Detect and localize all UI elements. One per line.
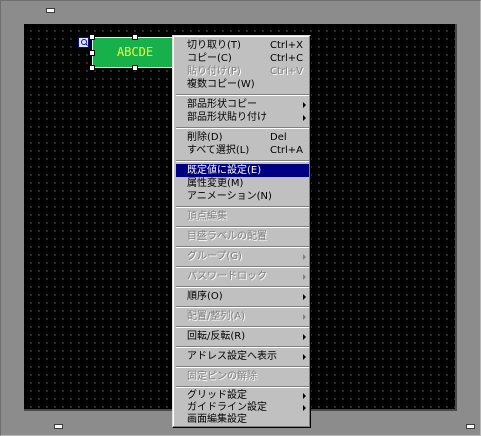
submenu-arrow-icon xyxy=(303,314,306,320)
menu-item-label: 目盛ラベルの配置 xyxy=(187,231,267,242)
menu-item-shortcut: Ctrl+A xyxy=(270,145,304,156)
menu-item-label: パスワードロック xyxy=(187,271,267,282)
submenu-arrow-icon xyxy=(303,254,306,260)
top-resize-handle[interactable] xyxy=(46,8,55,13)
menu-item-shortcut: Del xyxy=(270,132,287,143)
menu-separator xyxy=(176,226,309,228)
menu-item-label: 回転/反転(R) xyxy=(187,331,246,342)
submenu-arrow-icon xyxy=(303,334,306,340)
menu-item-select-all[interactable]: すべて選択(L) Ctrl+A xyxy=(176,144,309,157)
menu-item-copy[interactable]: コピー(C) Ctrl+C xyxy=(176,52,309,65)
menu-item-animation[interactable]: アニメーション(N) xyxy=(176,190,309,203)
context-menu: 切り取り(T) Ctrl+X コピー(C) Ctrl+C 貼り付け(P) Ctr… xyxy=(172,35,311,428)
menu-item-release-fixed-pin: 固定ピンの解除 xyxy=(176,370,309,383)
menu-item-rotate-flip[interactable]: 回転/反転(R) xyxy=(176,330,309,343)
menu-item-label: 画面編集設定 xyxy=(187,414,247,425)
menu-separator xyxy=(176,386,309,388)
menu-item-label: 削除(D) xyxy=(187,132,223,143)
menu-item-shortcut: Ctrl+V xyxy=(270,66,304,77)
selection-handle-top-left[interactable] xyxy=(89,34,95,40)
selection-handle-middle-left[interactable] xyxy=(89,50,95,56)
menu-item-multiple-copy[interactable]: 複数コピー(W) xyxy=(176,78,309,91)
menu-separator xyxy=(176,206,309,208)
menu-item-cut[interactable]: 切り取り(T) Ctrl+X xyxy=(176,39,309,52)
submenu-arrow-icon xyxy=(303,393,306,399)
menu-item-paste: 貼り付け(P) Ctrl+V xyxy=(176,65,309,78)
menu-item-order[interactable]: 順序(O) xyxy=(176,290,309,303)
menu-item-label: グループ(G) xyxy=(187,251,242,262)
menu-item-group: グループ(G) xyxy=(176,250,309,263)
menu-item-label: 属性変更(M) xyxy=(187,178,244,189)
menu-separator xyxy=(176,306,309,308)
submenu-arrow-icon xyxy=(303,102,306,108)
selection-handle-top-middle[interactable] xyxy=(132,34,138,40)
submenu-arrow-icon xyxy=(303,354,306,360)
menu-item-arrange-align: 配置/整列(A) xyxy=(176,310,309,323)
menu-item-label: 部品形状コピー xyxy=(187,99,257,110)
menu-separator xyxy=(176,346,309,348)
menu-separator xyxy=(176,326,309,328)
menu-item-label: すべて選択(L) xyxy=(187,145,250,156)
bottom-resize-handle[interactable] xyxy=(54,424,63,429)
menu-item-paste-part-shape[interactable]: 部品形状貼り付け xyxy=(176,111,309,124)
menu-item-label: 頂点編集 xyxy=(187,211,227,222)
menu-item-change-attributes[interactable]: 属性変更(M) xyxy=(176,177,309,190)
submenu-arrow-icon xyxy=(303,405,306,411)
menu-item-scale-label-placement: 目盛ラベルの配置 xyxy=(176,230,309,243)
menu-item-screen-edit-settings[interactable]: 画面編集設定 xyxy=(176,413,309,426)
menu-separator xyxy=(176,160,309,162)
menu-item-label: 既定値に設定(E) xyxy=(187,165,262,176)
menu-item-label: アドレス設定へ表示 xyxy=(187,351,277,362)
text-part-abcde[interactable]: ABCDE xyxy=(92,37,178,68)
right-resize-handle[interactable] xyxy=(466,424,475,429)
menu-separator xyxy=(176,246,309,248)
menu-separator xyxy=(176,286,309,288)
selection-handle-bottom-middle[interactable] xyxy=(132,65,138,71)
menu-item-show-in-address-settings[interactable]: アドレス設定へ表示 xyxy=(176,350,309,363)
submenu-arrow-icon xyxy=(303,294,306,300)
menu-item-label: 複数コピー(W) xyxy=(187,79,255,90)
menu-item-shortcut: Ctrl+X xyxy=(270,40,304,51)
menu-item-password-lock: パスワードロック xyxy=(176,270,309,283)
menu-item-label: 貼り付け(P) xyxy=(187,66,241,77)
menu-item-set-as-default[interactable]: 既定値に設定(E) xyxy=(176,164,309,177)
menu-item-copy-part-shape[interactable]: 部品形状コピー xyxy=(176,98,309,111)
submenu-arrow-icon xyxy=(303,115,306,121)
menu-item-label: 固定ピンの解除 xyxy=(187,371,257,382)
menu-item-label: コピー(C) xyxy=(187,53,232,64)
menu-item-vertex-edit: 頂点編集 xyxy=(176,210,309,223)
menu-item-label: アニメーション(N) xyxy=(187,191,272,202)
menu-item-label: 部品形状貼り付け xyxy=(187,112,267,123)
menu-item-delete[interactable]: 削除(D) Del xyxy=(176,131,309,144)
menu-item-label: 配置/整列(A) xyxy=(187,311,246,322)
menu-item-label: 切り取り(T) xyxy=(187,40,241,51)
menu-item-shortcut: Ctrl+C xyxy=(270,53,304,64)
menu-separator xyxy=(176,94,309,96)
selection-handle-bottom-left[interactable] xyxy=(89,65,95,71)
search-tool-icon[interactable] xyxy=(78,37,89,48)
submenu-arrow-icon xyxy=(303,274,306,280)
menu-item-label: 順序(O) xyxy=(187,291,223,302)
menu-separator xyxy=(176,266,309,268)
menu-separator xyxy=(176,366,309,368)
menu-separator xyxy=(176,127,309,129)
